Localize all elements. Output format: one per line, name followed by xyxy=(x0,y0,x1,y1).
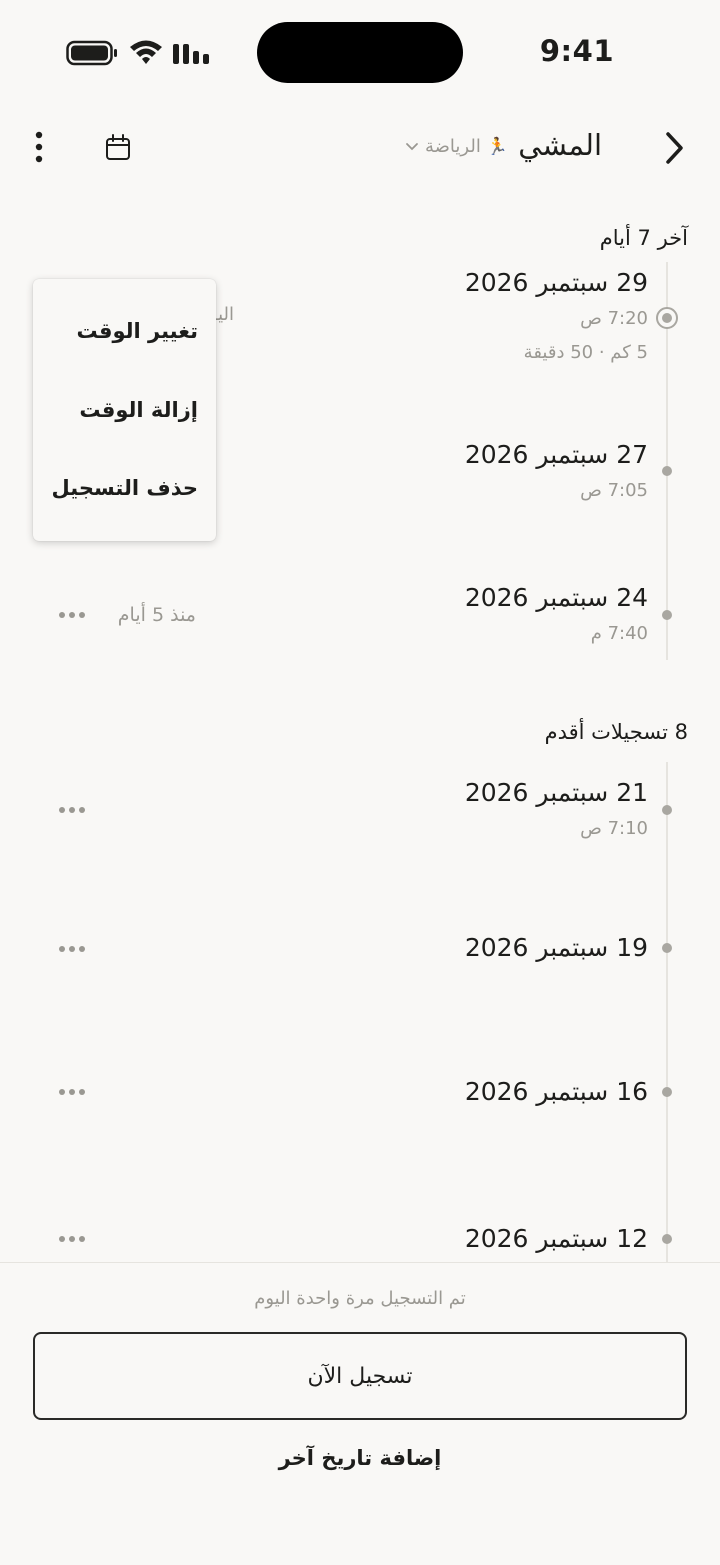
more-horizontal-icon[interactable] xyxy=(58,806,86,814)
battery-icon xyxy=(66,40,117,66)
remove-time-menu-item[interactable]: إزالة الوقت xyxy=(79,398,198,422)
entry-time: 7:20 ص xyxy=(580,308,648,329)
timeline-dot xyxy=(662,610,672,620)
more-horizontal-icon[interactable] xyxy=(58,1088,86,1096)
entry-date[interactable]: 27 سبتمبر 2026 xyxy=(465,440,648,469)
entry-date[interactable]: 16 سبتمبر 2026 xyxy=(465,1077,648,1106)
logged-today-status: تم التسجيل مرة واحدة اليوم xyxy=(254,1288,466,1309)
entry-time: 7:05 ص xyxy=(580,480,648,501)
timeline-dot xyxy=(662,466,672,476)
older-section-title: 8 تسجيلات أقدم xyxy=(544,720,688,744)
entry-date[interactable]: 19 سبتمبر 2026 xyxy=(465,933,648,962)
timeline-dot xyxy=(662,943,672,953)
cellular-signal-icon xyxy=(173,44,209,64)
timeline-dot xyxy=(662,805,672,815)
entry-details: 5 كم · 50 دقيقة xyxy=(523,342,648,363)
chevron-down-icon xyxy=(406,142,418,150)
status-time: 9:41 xyxy=(539,34,614,68)
entry-date[interactable]: 29 سبتمبر 2026 xyxy=(465,268,648,297)
more-horizontal-icon[interactable] xyxy=(58,945,86,953)
timeline-dot xyxy=(662,1234,672,1244)
entry-context-menu: تغيير الوقت إزالة الوقت حذف التسجيل xyxy=(33,279,216,541)
change-time-menu-item[interactable]: تغيير الوقت xyxy=(77,319,199,343)
log-now-label: تسجيل الآن xyxy=(307,1363,413,1389)
entry-time: 7:10 ص xyxy=(580,818,648,839)
entry-date[interactable]: 12 سبتمبر 2026 xyxy=(465,1224,648,1253)
timeline-dot xyxy=(662,1087,672,1097)
delete-entry-menu-item[interactable]: حذف التسجيل xyxy=(52,476,198,500)
more-options-icon[interactable] xyxy=(32,129,46,165)
timeline-line-older xyxy=(666,762,668,1262)
log-now-button[interactable]: تسجيل الآن xyxy=(33,1332,687,1420)
entry-relative-time: منذ 5 أيام xyxy=(117,604,196,626)
entry-selected-marker xyxy=(656,307,678,329)
entry-relative-time: اليوم xyxy=(216,304,234,325)
category-emoji: 🏃 xyxy=(486,136,508,157)
entry-date[interactable]: 21 سبتمبر 2026 xyxy=(465,778,648,807)
more-horizontal-icon[interactable] xyxy=(58,1235,86,1243)
more-horizontal-icon[interactable] xyxy=(58,611,86,619)
calendar-icon[interactable] xyxy=(104,133,132,163)
page-title: المشي xyxy=(518,128,602,162)
recent-section-title: آخر 7 أيام xyxy=(599,226,688,250)
category-label: الرياضة xyxy=(424,136,481,157)
add-other-date-button[interactable]: إضافة تاريخ آخر xyxy=(0,1446,720,1470)
wifi-icon xyxy=(130,40,162,64)
category-selector[interactable]: 🏃 الرياضة xyxy=(405,136,508,157)
entry-time: 7:40 م xyxy=(590,623,648,644)
dynamic-island xyxy=(257,22,463,83)
entry-date[interactable]: 24 سبتمبر 2026 xyxy=(465,583,648,612)
back-chevron-icon[interactable] xyxy=(660,128,688,168)
